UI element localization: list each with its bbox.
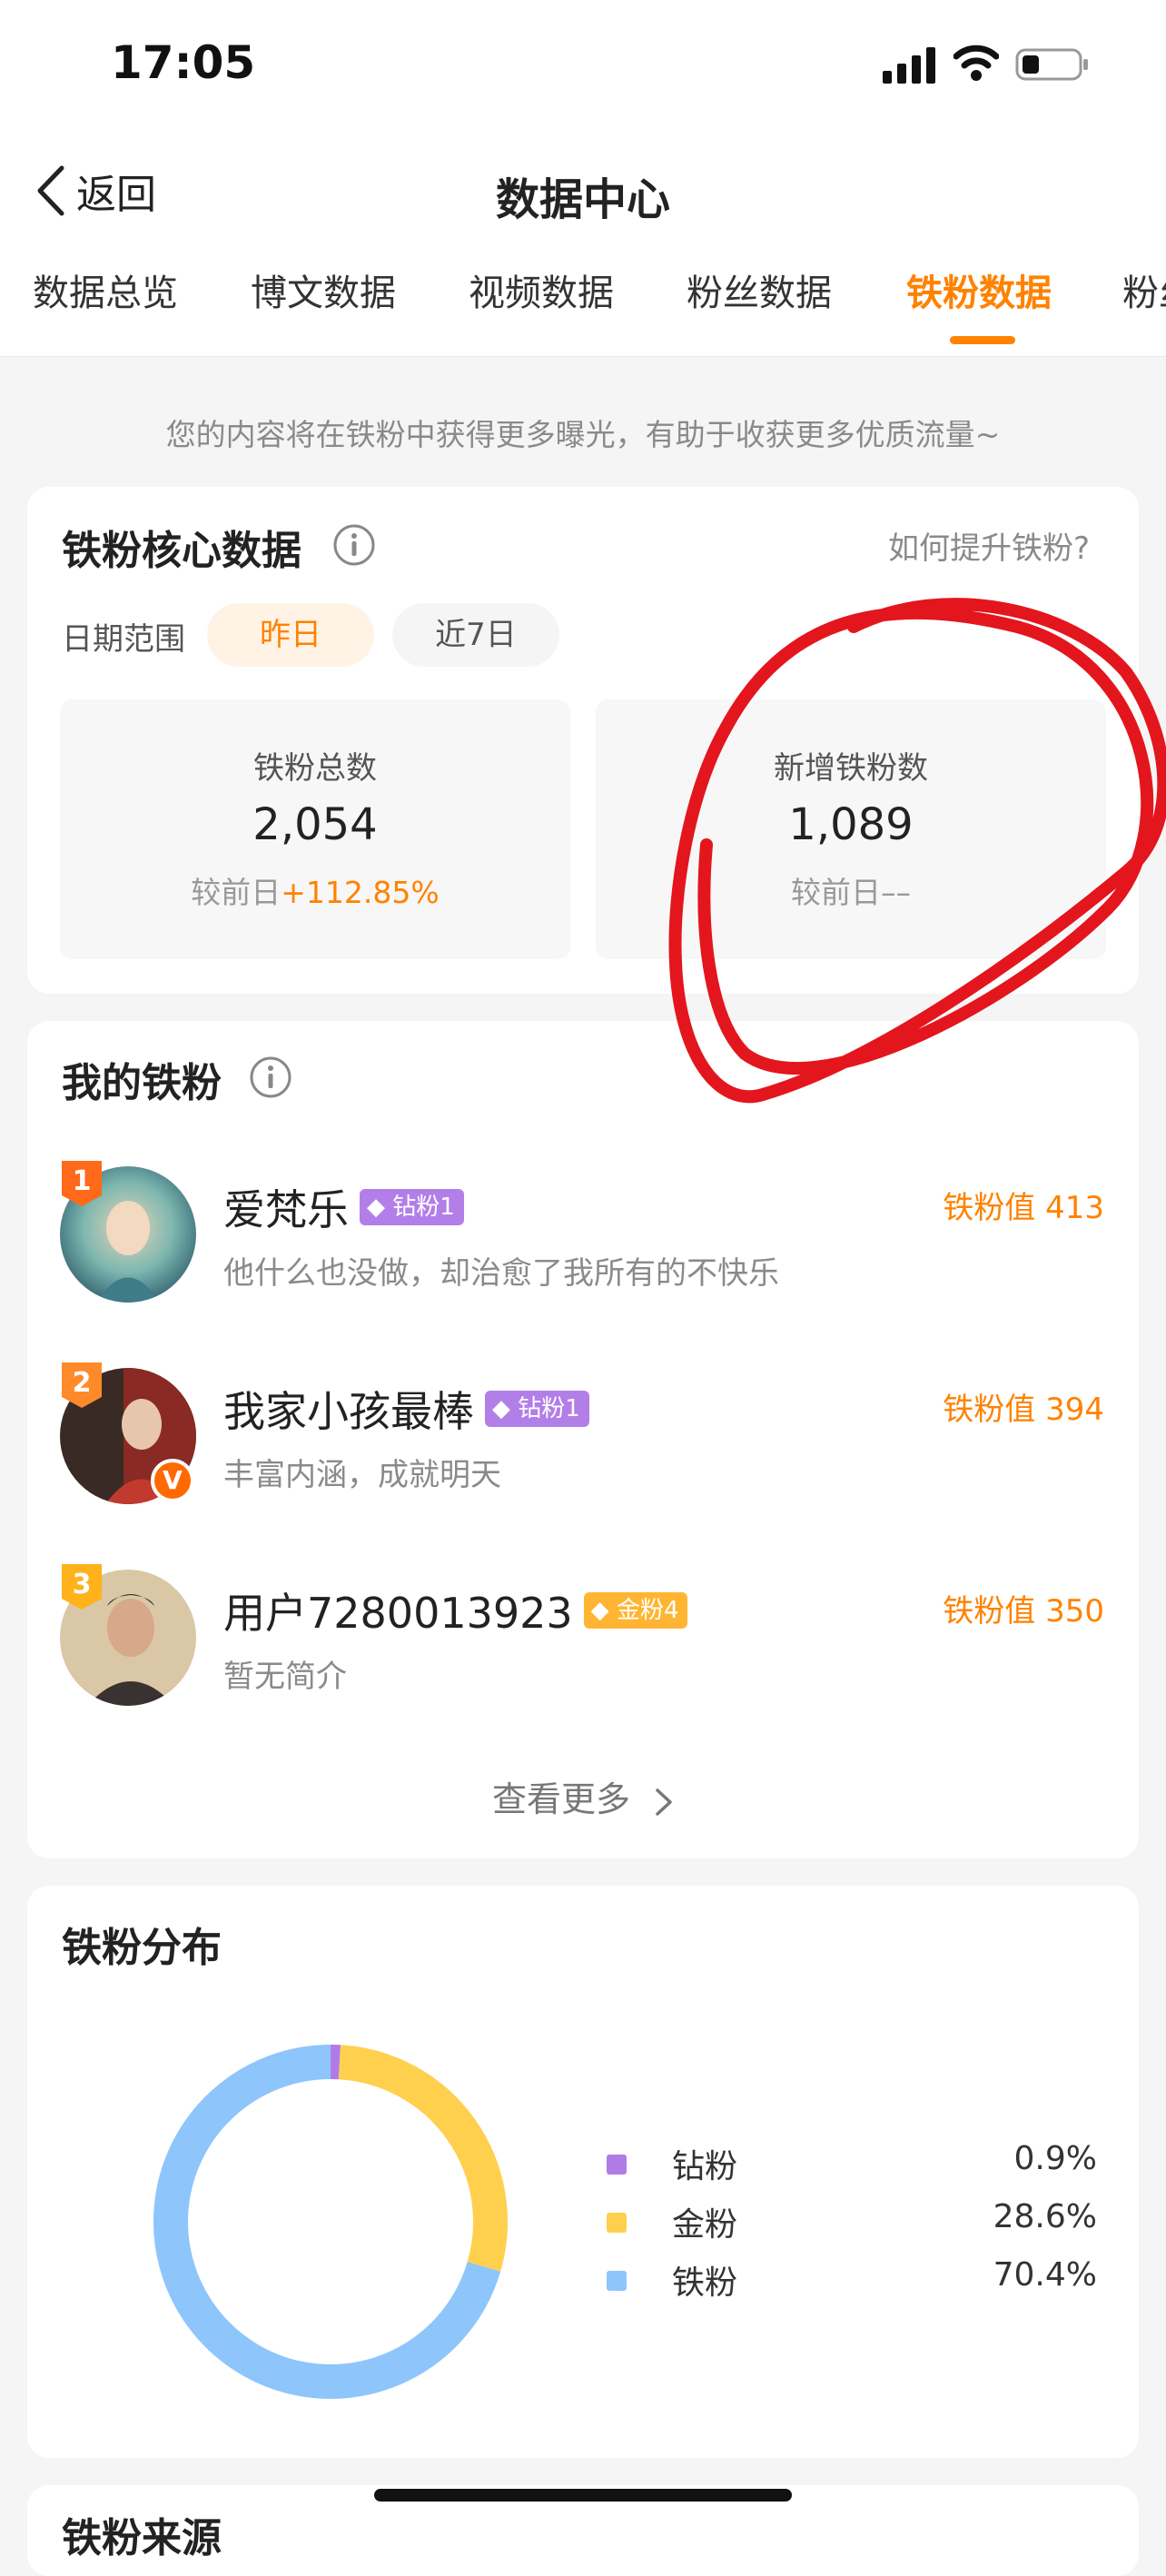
nav-bar: 返回 数据中心 <box>0 154 1166 227</box>
stat-compare-value: –– <box>881 875 911 910</box>
core-data-card: 铁粉核心数据 如何提升铁粉? 日期范围 昨日 近7日 铁粉总数 2,054 较前… <box>27 487 1139 994</box>
rank-3-icon: 3 <box>58 1560 105 1611</box>
legend-value: 0.9% <box>1014 2140 1097 2177</box>
battery-icon <box>1015 47 1090 82</box>
fan-score: 铁粉值 394 <box>943 1384 1104 1429</box>
page-title: 数据中心 <box>0 163 1166 227</box>
view-more-button[interactable]: 查看更多 <box>27 1771 1139 1821</box>
chevron-right-icon <box>654 1787 674 1818</box>
my-fans-title: 我的铁粉 <box>62 1050 222 1108</box>
legend-value: 70.4% <box>993 2256 1097 2294</box>
svg-text:2: 2 <box>73 1367 92 1399</box>
status-time: 17:05 <box>111 36 255 89</box>
legend-item: 铁粉 70.4% <box>599 2256 1108 2314</box>
core-data-title: 铁粉核心数据 <box>62 518 301 576</box>
legend-label: 钻粉 <box>672 2140 737 2187</box>
fan-score: 铁粉值 413 <box>943 1183 1104 1227</box>
signal-icon <box>883 45 941 85</box>
help-link[interactable]: 如何提升铁粉? <box>888 523 1090 568</box>
info-icon[interactable] <box>332 523 376 567</box>
tab-video-data[interactable]: 视频数据 <box>469 263 614 316</box>
status-bar: 17:05 <box>0 0 1166 127</box>
distribution-card: 铁粉分布 钻粉 0.9% 金粉 28.6% 铁粉 70.4% <box>27 1886 1139 2458</box>
fan-list-item[interactable]: 3 用户7280013923 ◆ 金粉4 暂无简介 铁粉值 350 <box>60 1560 1104 1706</box>
legend-swatch <box>607 2213 627 2233</box>
stat-compare: 较前日+112.85% <box>60 868 570 912</box>
legend-swatch <box>607 2155 627 2175</box>
my-fans-card: 我的铁粉 1 爱梵乐 ◆ 钻粉1 他什么也没做，却治愈了我所 <box>27 1021 1139 1858</box>
verified-v-icon: V <box>151 1459 194 1502</box>
stat-label: 铁粉总数 <box>60 743 570 788</box>
source-title: 铁粉来源 <box>62 2505 222 2563</box>
fan-score: 铁粉值 350 <box>943 1586 1104 1630</box>
svg-text:1: 1 <box>73 1165 92 1197</box>
fan-list-item[interactable]: 2 V 我家小孩最棒 ◆ 钻粉1 丰富内涵，成就明天 铁粉值 394 <box>60 1359 1104 1504</box>
legend-label: 铁粉 <box>672 2256 737 2304</box>
legend-item: 钻粉 0.9% <box>599 2140 1108 2198</box>
wifi-icon <box>954 44 999 84</box>
legend-item: 金粉 28.6% <box>599 2198 1108 2256</box>
stat-compare: 较前日–– <box>596 868 1106 912</box>
distribution-donut-chart <box>140 2031 521 2413</box>
range-7days-button[interactable]: 近7日 <box>392 603 559 667</box>
fan-name: 爱梵乐 ◆ 钻粉1 <box>223 1177 464 1237</box>
active-tab-indicator <box>950 336 1015 344</box>
fan-name: 用户7280013923 ◆ 金粉4 <box>223 1580 687 1640</box>
gold-fan-badge: ◆ 金粉4 <box>584 1592 688 1629</box>
rank-2-icon: 2 <box>58 1359 105 1410</box>
stat-new-iron-fans: 新增铁粉数 1,089 较前日–– <box>596 699 1106 959</box>
fan-bio: 暂无简介 <box>223 1651 347 1696</box>
range-yesterday-button[interactable]: 昨日 <box>207 603 374 667</box>
rank-1-icon: 1 <box>58 1157 105 1208</box>
diamond-fan-badge: ◆ 钻粉1 <box>360 1189 464 1225</box>
diamond-fan-badge: ◆ 钻粉1 <box>485 1391 589 1427</box>
fan-name: 我家小孩最棒 ◆ 钻粉1 <box>223 1379 589 1439</box>
stat-value: 1,089 <box>596 799 1106 850</box>
tab-iron-fans-data[interactable]: 铁粉数据 <box>906 263 1052 316</box>
tab-post-data[interactable]: 博文数据 <box>251 263 396 316</box>
notice-text: 您的内容将在铁粉中获得更多曝光，有助于收获更多优质流量~ <box>0 411 1166 454</box>
legend-label: 金粉 <box>672 2198 737 2245</box>
distribution-title: 铁粉分布 <box>62 1915 222 1973</box>
tab-overview[interactable]: 数据总览 <box>33 263 178 316</box>
chart-legend: 钻粉 0.9% 金粉 28.6% 铁粉 70.4% <box>599 2140 1108 2314</box>
tab-fans-more[interactable]: 粉丝 <box>1122 263 1166 316</box>
fan-bio: 丰富内涵，成就明天 <box>223 1450 501 1494</box>
fan-bio: 他什么也没做，却治愈了我所有的不快乐 <box>223 1248 779 1293</box>
svg-text:3: 3 <box>73 1569 92 1600</box>
stat-label: 新增铁粉数 <box>596 743 1106 788</box>
home-indicator <box>374 2489 792 2502</box>
info-icon[interactable] <box>249 1055 292 1099</box>
legend-value: 28.6% <box>993 2198 1097 2235</box>
stat-value: 2,054 <box>60 799 570 850</box>
tab-fans-data[interactable]: 粉丝数据 <box>687 263 832 316</box>
legend-swatch <box>607 2271 627 2291</box>
donut-slice-2 <box>340 2062 490 2266</box>
date-range-label: 日期范围 <box>62 614 185 659</box>
fan-list-item[interactable]: 1 爱梵乐 ◆ 钻粉1 他什么也没做，却治愈了我所有的不快乐 铁粉值 413 <box>60 1157 1104 1303</box>
stat-compare-value: +112.85% <box>281 875 439 910</box>
stat-total-iron-fans: 铁粉总数 2,054 较前日+112.85% <box>60 699 570 959</box>
